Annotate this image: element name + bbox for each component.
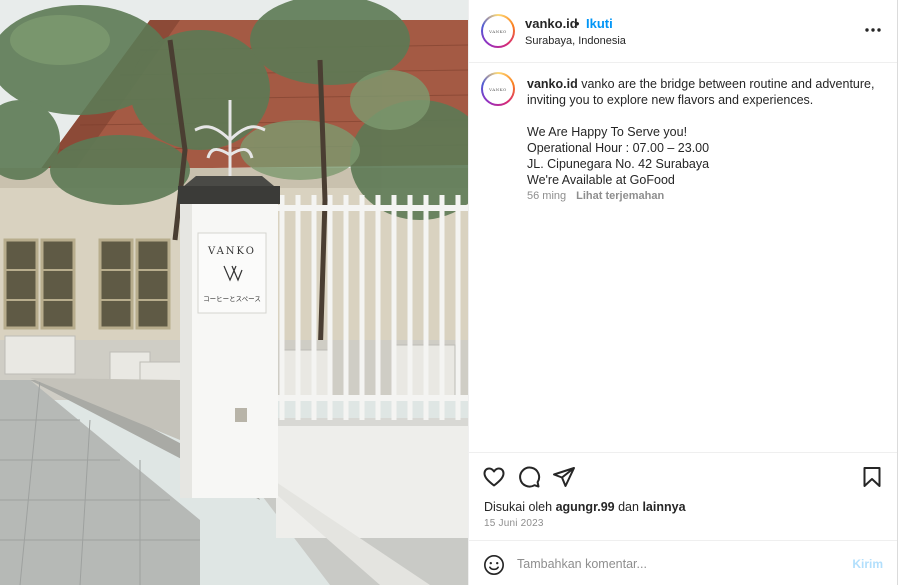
caption-username[interactable]: vanko.id [527,77,578,91]
liked-by-user-link[interactable]: agungr.99 [556,500,615,514]
time-ago: 56 ming [527,190,567,202]
heart-icon[interactable] [482,465,506,489]
emoji-icon[interactable] [483,554,505,576]
caption-text: vanko are the bridge between routine and… [527,77,875,107]
caption-meta: 56 ming Lihat terjemahan [527,190,664,202]
see-translation-link[interactable]: Lihat terjemahan [576,190,664,202]
caption-avatar-logo: VANKO [489,86,507,92]
username-link[interactable]: vanko.id [525,16,578,31]
likes-prefix: Disukai oleh [484,500,553,514]
sign-brand-text: VANKO [207,246,256,257]
follow-button[interactable]: Ikuti [586,16,613,31]
bookmark-icon[interactable] [860,465,884,489]
avatar-logo: VANKO [489,28,507,34]
sign-sub-text: コーヒーとスペース [203,295,261,303]
action-bar [469,452,897,498]
caption-line: Operational Hour : 07.00 – 23.00 [527,141,710,155]
location-link[interactable]: Surabaya, Indonesia [525,35,626,47]
send-comment-button[interactable]: Kirim [852,557,883,571]
post-detail-panel: VANKO vanko.id • Ikuti Surabaya, Indones… [468,0,898,585]
post-date: 15 Juni 2023 [484,518,544,529]
caption-avatar[interactable]: VANKO [481,72,515,106]
comment-icon[interactable] [517,465,541,489]
post-caption: vanko.id vanko are the bridge between ro… [527,76,889,188]
comment-input[interactable] [517,551,837,577]
caption-line: We're Available at GoFood [527,173,675,187]
separator-dot: • [575,16,580,31]
comment-bar: Kirim [469,540,897,585]
likes-others-link[interactable]: lainnya [642,500,685,514]
photo-scene: VANKO コーヒーとスペース [0,0,468,585]
likes-summary: Disukai oleh agungr.99 dan lainnya [484,500,686,514]
caption-line: We Are Happy To Serve you! [527,125,688,139]
more-options-icon[interactable] [863,20,883,40]
post-header: VANKO vanko.id • Ikuti Surabaya, Indones… [469,0,897,63]
share-icon[interactable] [552,465,576,489]
post-photo[interactable]: VANKO コーヒーとスペース [0,0,468,585]
likes-conjunction: dan [618,500,639,514]
avatar[interactable]: VANKO [481,14,515,48]
caption-line: JL. Cipunegara No. 42 Surabaya [527,157,710,171]
